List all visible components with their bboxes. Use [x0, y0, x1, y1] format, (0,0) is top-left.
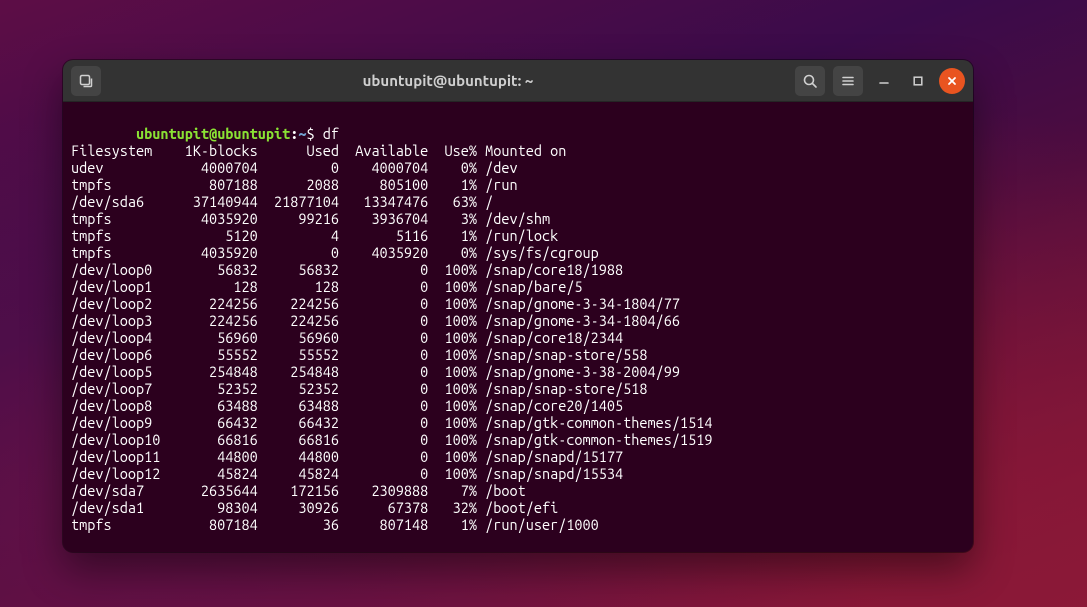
- titlebar: ubuntupit@ubuntupit: ~: [63, 60, 973, 102]
- df-row: tmpfs 807188 2088 805100 1% /run: [71, 176, 959, 193]
- terminal-content[interactable]: ubuntupit@ubuntupit:~$ df Filesystem 1K-…: [63, 102, 973, 552]
- prompt-symbol: $: [307, 125, 315, 142]
- command-text: df: [323, 125, 339, 142]
- hamburger-icon: [840, 73, 856, 89]
- maximize-icon: [911, 74, 925, 88]
- prompt-host: ubuntupit: [217, 125, 290, 142]
- desktop-background: ubuntupit@ubuntupit: ~: [0, 0, 1087, 607]
- search-icon: [802, 73, 818, 89]
- df-row: /dev/loop8 63488 63488 0 100% /snap/core…: [71, 397, 959, 414]
- df-row: /dev/loop10 66816 66816 0 100% /snap/gtk…: [71, 431, 959, 448]
- prompt-at: @: [209, 125, 217, 142]
- prompt-path: ~: [298, 125, 306, 142]
- df-row: /dev/loop3 224256 224256 0 100% /snap/gn…: [71, 312, 959, 329]
- terminal-window: ubuntupit@ubuntupit: ~: [63, 60, 973, 552]
- minimize-icon: [877, 74, 891, 88]
- new-tab-button[interactable]: [71, 66, 101, 96]
- df-row: tmpfs 807184 36 807148 1% /run/user/1000: [71, 516, 959, 533]
- df-row: /dev/sda1 98304 30926 67378 32% /boot/ef…: [71, 499, 959, 516]
- minimize-button[interactable]: [871, 68, 897, 94]
- df-row: tmpfs 5120 4 5116 1% /run/lock: [71, 227, 959, 244]
- df-row: /dev/sda7 2635644 172156 2309888 7% /boo…: [71, 482, 959, 499]
- new-tab-icon: [78, 73, 94, 89]
- df-row: /dev/loop0 56832 56832 0 100% /snap/core…: [71, 261, 959, 278]
- df-row: /dev/loop11 44800 44800 0 100% /snap/sna…: [71, 448, 959, 465]
- menu-button[interactable]: [833, 66, 863, 96]
- df-row: /dev/sda6 37140944 21877104 13347476 63%…: [71, 193, 959, 210]
- df-row: tmpfs 4035920 99216 3936704 3% /dev/shm: [71, 210, 959, 227]
- df-row: udev 4000704 0 4000704 0% /dev: [71, 159, 959, 176]
- df-row: /dev/loop7 52352 52352 0 100% /snap/snap…: [71, 380, 959, 397]
- df-row: /dev/loop1 128 128 0 100% /snap/bare/5: [71, 278, 959, 295]
- df-row: tmpfs 4035920 0 4035920 0% /sys/fs/cgrou…: [71, 244, 959, 261]
- window-title: ubuntupit@ubuntupit: ~: [101, 72, 795, 89]
- df-row: /dev/loop4 56960 56960 0 100% /snap/core…: [71, 329, 959, 346]
- df-row: /dev/loop6 55552 55552 0 100% /snap/snap…: [71, 346, 959, 363]
- df-row: /dev/loop9 66432 66432 0 100% /snap/gtk-…: [71, 414, 959, 431]
- maximize-button[interactable]: [905, 68, 931, 94]
- df-row: /dev/loop5 254848 254848 0 100% /snap/gn…: [71, 363, 959, 380]
- close-button[interactable]: [939, 68, 965, 94]
- df-row: /dev/loop2 224256 224256 0 100% /snap/gn…: [71, 295, 959, 312]
- df-header-row: Filesystem 1K-blocks Used Available Use%…: [71, 142, 959, 159]
- prompt-user: ubuntupit: [136, 125, 209, 142]
- df-row: /dev/loop12 45824 45824 0 100% /snap/sna…: [71, 465, 959, 482]
- search-button[interactable]: [795, 66, 825, 96]
- close-icon: [945, 74, 959, 88]
- prompt-line: ubuntupit@ubuntupit:~$ df: [136, 125, 339, 142]
